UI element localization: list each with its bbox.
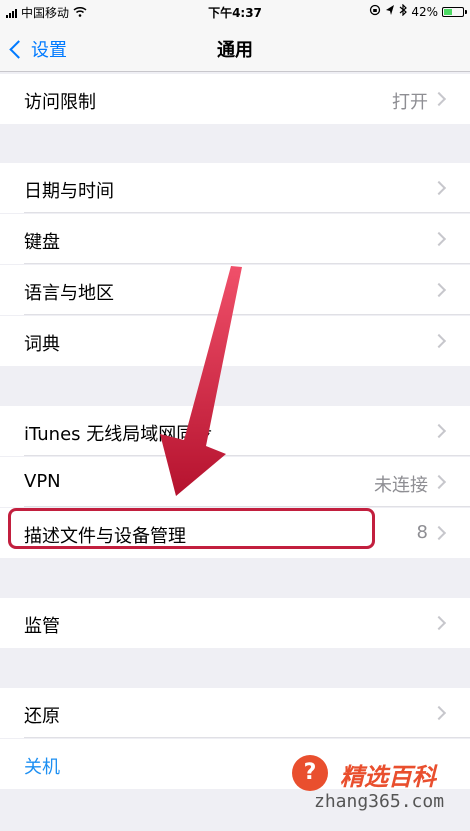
chevron-right-icon	[431, 231, 447, 247]
row-separator	[24, 263, 470, 264]
row-separator	[24, 506, 470, 507]
row-vpn[interactable]: VPN 未连接	[0, 457, 470, 507]
rotation-lock-icon	[369, 4, 381, 19]
row-itunes-wifi-sync[interactable]: iTunes 无线局域网同步	[0, 406, 470, 456]
highlight-box	[8, 508, 375, 549]
shutdown-label: 关机	[24, 757, 60, 778]
row-value: 未连接	[374, 475, 428, 496]
row-label: 日期与时间	[24, 181, 114, 202]
row-keyboard[interactable]: 键盘	[0, 214, 470, 264]
chevron-right-icon	[431, 615, 447, 631]
chevron-right-icon	[431, 333, 447, 349]
chevron-right-icon	[431, 180, 447, 196]
chevron-right-icon	[431, 423, 447, 439]
row-supervision[interactable]: 监管	[0, 598, 470, 648]
chevron-right-icon	[431, 705, 447, 721]
chevron-right-icon	[431, 525, 447, 541]
status-bar: 中国移动 下午4:37 42%	[0, 0, 470, 24]
row-value: 打开	[392, 92, 428, 113]
page-title: 通用	[217, 40, 253, 61]
row-label: 键盘	[24, 232, 60, 253]
row-label: 还原	[24, 706, 60, 727]
row-shutdown[interactable]: 关机	[0, 739, 470, 789]
row-label: 词典	[24, 334, 60, 355]
row-label: iTunes 无线局域网同步	[24, 424, 213, 445]
battery-icon	[442, 6, 467, 17]
status-right: 42%	[369, 3, 467, 19]
row-restrictions[interactable]: 访问限制 打开	[0, 74, 470, 124]
bluetooth-icon	[399, 3, 408, 19]
nav-bar: 设置 通用	[0, 24, 470, 72]
location-icon	[385, 4, 395, 19]
row-label: VPN	[24, 471, 61, 492]
row-language-region[interactable]: 语言与地区	[0, 265, 470, 315]
row-label: 语言与地区	[24, 283, 114, 304]
battery-fill	[444, 8, 452, 15]
row-date-time[interactable]: 日期与时间	[0, 163, 470, 213]
row-separator	[24, 212, 470, 213]
row-separator	[24, 314, 470, 315]
row-value: 8	[416, 522, 428, 543]
battery-cap	[465, 9, 467, 14]
row-dictionary[interactable]: 词典	[0, 316, 470, 366]
row-reset[interactable]: 还原	[0, 688, 470, 738]
row-label: 访问限制	[24, 92, 96, 113]
watermark-url: zhang365.com	[314, 791, 445, 812]
chevron-right-icon	[431, 91, 447, 107]
row-separator	[24, 737, 470, 738]
row-separator	[24, 455, 470, 456]
chevron-right-icon	[431, 474, 447, 490]
battery-percent: 42%	[411, 4, 438, 19]
chevron-right-icon	[431, 282, 447, 298]
row-label: 监管	[24, 616, 60, 637]
